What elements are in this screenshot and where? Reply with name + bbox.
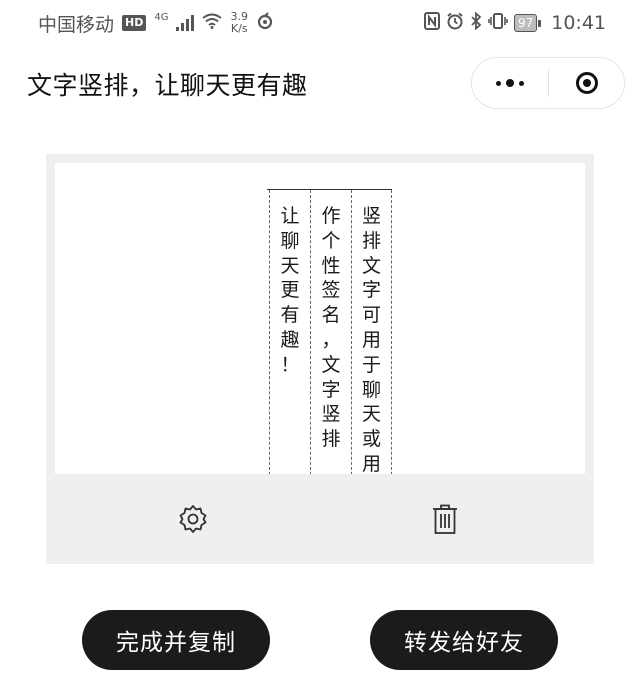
nfc-icon xyxy=(423,11,440,35)
status-left: 中国移动 HD 4G 3.9 K/s xyxy=(0,10,274,37)
vertical-char: 天 xyxy=(361,403,381,426)
alarm-icon xyxy=(446,12,464,35)
gear-icon xyxy=(179,505,207,533)
network-speed: 3.9 K/s xyxy=(230,11,248,35)
text-column-2: 作个性签名，文字竖排 xyxy=(310,190,351,474)
vertical-char: 聊 xyxy=(361,378,381,401)
vertical-char: 趣 xyxy=(280,328,300,351)
share-to-friend-button[interactable]: 转发给好友 xyxy=(370,610,558,670)
battery-icon: 97 xyxy=(513,14,542,32)
target-close-icon xyxy=(575,72,598,94)
vertical-char: 聊 xyxy=(280,229,300,252)
vertical-char: 名 xyxy=(321,304,341,327)
vertical-char: 性 xyxy=(321,254,341,277)
clock: 10:41 xyxy=(551,12,606,34)
vertical-char: 文 xyxy=(321,353,341,376)
trash-icon xyxy=(433,504,457,534)
finish-and-copy-button[interactable]: 完成并复制 xyxy=(82,610,270,670)
vertical-char: 字 xyxy=(361,279,381,302)
vertical-char: 更 xyxy=(280,279,300,302)
network-type: 4G xyxy=(154,11,169,23)
status-right: 97 10:41 xyxy=(423,11,640,35)
vertical-char: 排 xyxy=(361,229,381,252)
status-bar: 中国移动 HD 4G 3.9 K/s 97 10:41 xyxy=(0,0,640,46)
settings-button[interactable] xyxy=(176,502,210,536)
vertical-char: ！ xyxy=(280,353,300,376)
preview-card: 竖排文字可用于聊天或用 作个性签名，文字竖排 让聊天更有趣！ xyxy=(46,154,594,564)
vertical-char: 于 xyxy=(361,353,381,376)
bluetooth-icon xyxy=(470,11,482,35)
vertical-char: 用 xyxy=(361,328,381,351)
speed-unit: K/s xyxy=(230,22,248,35)
vibrate-icon xyxy=(488,12,508,35)
vertical-char: 可 xyxy=(361,304,381,327)
vertical-char: 排 xyxy=(321,428,341,451)
page-title: 文字竖排，让聊天更有趣 xyxy=(27,71,308,100)
text-column-1: 竖排文字可用于聊天或用 xyxy=(351,190,392,474)
vertical-char: 作 xyxy=(321,205,341,227)
vertical-text-canvas[interactable]: 竖排文字可用于聊天或用 作个性签名，文字竖排 让聊天更有趣！ xyxy=(55,163,585,474)
vertical-char: 字 xyxy=(321,378,341,401)
vertical-char: 个 xyxy=(321,229,341,252)
signal-icon xyxy=(176,15,195,31)
vertical-char: 竖 xyxy=(361,205,381,227)
battery-level: 97 xyxy=(513,14,538,32)
vertical-char: ， xyxy=(321,328,341,351)
wifi-icon xyxy=(202,12,223,34)
more-menu-button[interactable] xyxy=(472,58,548,108)
carrier-name: 中国移动 xyxy=(38,13,115,36)
vertical-char: 文 xyxy=(361,254,381,277)
hd-badge: HD xyxy=(122,15,147,31)
more-dots-icon xyxy=(496,80,501,86)
vertical-char: 有 xyxy=(280,304,300,327)
vertical-char: 竖 xyxy=(321,403,341,426)
vertical-text-grid: 竖排文字可用于聊天或用 作个性签名，文字竖排 让聊天更有趣！ xyxy=(267,189,392,474)
vertical-char: 用 xyxy=(361,452,381,474)
close-miniprogram-button[interactable] xyxy=(549,72,624,94)
vertical-char: 让 xyxy=(280,205,300,227)
sync-icon xyxy=(256,11,274,35)
card-toolbar xyxy=(46,474,594,564)
vertical-char: 或 xyxy=(361,428,381,451)
text-column-3: 让聊天更有趣！ xyxy=(269,190,310,474)
miniprogram-capsule xyxy=(471,57,625,109)
vertical-char: 签 xyxy=(321,279,341,302)
vertical-char: 天 xyxy=(280,254,300,277)
delete-button[interactable] xyxy=(428,502,462,536)
